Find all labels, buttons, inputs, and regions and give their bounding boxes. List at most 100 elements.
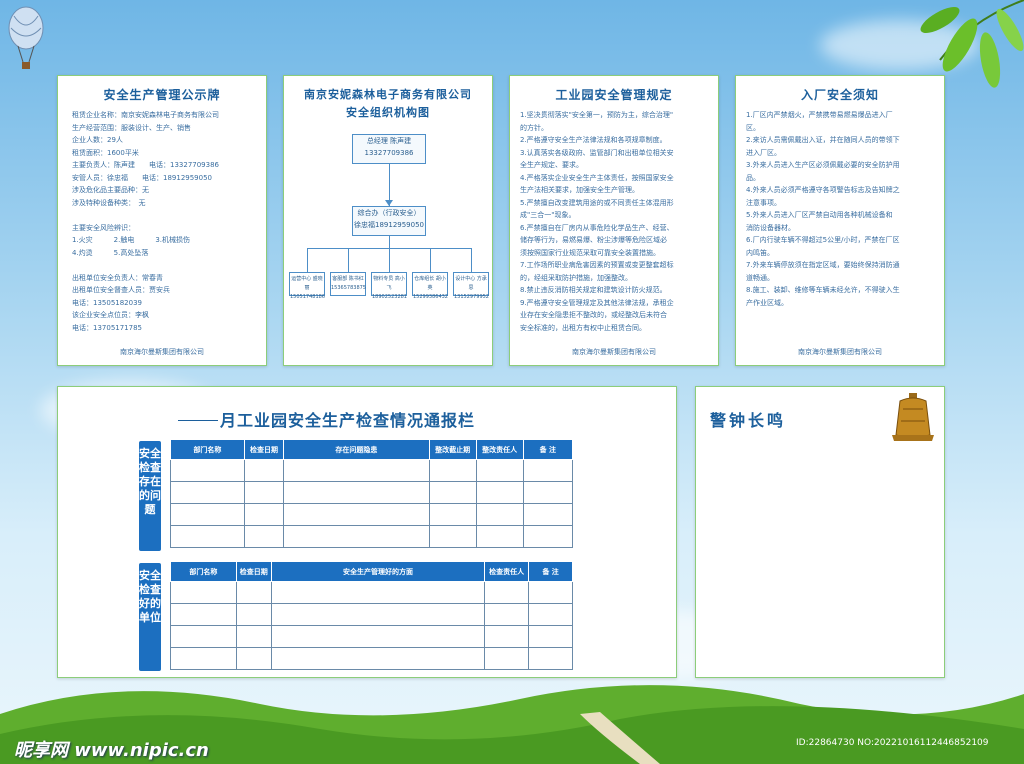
label-good-units: 安全检查好的单位 [139, 563, 161, 671]
connector-line [471, 248, 472, 272]
table-row [170, 525, 574, 548]
text-line: 1.坚决贯彻落实"安全第一，预防为主，综合治理" [520, 111, 674, 119]
table-row [170, 603, 573, 626]
table-header-row: 部门名称 检查日期 存在问题隐患 整改截止期 整改责任人 备 注 [170, 439, 574, 460]
text-line: 4.严格落实企业安全生产主体责任，按照国家安全 [520, 173, 674, 182]
table-header: 存在问题隐患 [283, 439, 430, 460]
connector-line [307, 248, 308, 272]
table-header: 安全生产管理好的方面 [270, 561, 486, 582]
park-safety-rules-board: 工业园安全管理规定 1.坚决贯彻落实"安全第一，预防为主，综合治理" 的方针。 2.… [509, 75, 719, 366]
panel-footer: 南京海尔曼斯集团有限公司 [572, 348, 656, 356]
panel-title: 工业园安全管理规定 [555, 88, 673, 102]
org-leaf: 运营中心 盛晓丽 15051748186 [289, 272, 325, 300]
text-line: 的，经组采取防护措施，加强整改。 [520, 273, 632, 282]
panel-footer: 南京海尔曼斯集团有限公司 [120, 348, 204, 356]
text-line: 1.厂区内严禁烟火，严禁携带易燃易爆品进入厂 [746, 111, 893, 119]
month-blank [178, 405, 218, 421]
text-line: 生产法相关要求，加强安全生产管理。 [520, 186, 639, 194]
table-header: 整改截止期 [428, 439, 477, 460]
hot-air-balloon-icon [8, 6, 44, 69]
node-phone: 13327709386 [364, 149, 414, 157]
panel-title: 入厂安全须知 [800, 88, 879, 102]
text-line: 5.严禁擅自改变建筑用途的或不同责任主体混用形 [520, 198, 674, 207]
connector-line [430, 248, 431, 272]
text-line: 4.灼烫 5.高处坠落 [72, 248, 149, 257]
text-line: 7.外来车辆停放须在指定区域，要始终保持消防通 [746, 261, 900, 269]
table-row [170, 481, 574, 504]
org-chart-board: 南京安妮森林电子商务有限公司 安全组织机构图 总经理 陈声建 133277093… [283, 75, 493, 366]
good-units-table: 部门名称 检查日期 安全生产管理好的方面 检查责任人 备 注 [170, 561, 573, 670]
text-line: 3.认真落实各级政府、监管部门和出租单位相关安 [520, 148, 674, 157]
text-line: 安管人员：徐忠福 电话：18912959050 [72, 173, 212, 182]
connector-line [348, 248, 349, 272]
org-chart-title: 安全组织机构图 [346, 106, 430, 119]
text-line: 生产经营范围：服装设计、生产、销售 [72, 123, 191, 132]
text-line [72, 209, 252, 222]
org-leaf: 设计中心 方承思 13152979952 [453, 272, 489, 300]
text-line: 2.严格遵守安全生产法律法规和各项规章制度。 [520, 136, 667, 144]
text-line: 品。 [746, 173, 760, 182]
text-line: 的方针。 [520, 123, 548, 132]
text-line: 2.来访人员需佩戴出入证，并在随同人员的带领下 [746, 136, 900, 144]
text-line: 租赁面积：1600平米 [72, 148, 139, 157]
alarm-title: 警钟长鸣 [710, 411, 787, 430]
table-header: 检查日期 [235, 561, 272, 582]
node-name: 综合办（行政安全） [357, 209, 421, 217]
text-line: 内鸣笛。 [746, 248, 774, 257]
text-line: 消防设备器材。 [746, 223, 795, 232]
text-line: 8.施工、装卸、维修等车辆未经允许，不得驶入生 [746, 286, 900, 294]
text-line: 产作业区域。 [746, 298, 788, 307]
text-line: 注意事项。 [746, 198, 781, 207]
text-line: 须按照国家行业规范采取可靠安全装置措施。 [520, 248, 660, 257]
table-row [170, 625, 573, 648]
org-leaf: 客服部 陈书红 15365783875 [330, 272, 366, 296]
panel-footer: 南京海尔曼斯集团有限公司 [798, 348, 882, 356]
watermark-logo: 昵享网 www.nipic.cn [14, 740, 209, 761]
table-header: 检查责任人 [484, 561, 530, 582]
text-line: 7.工作场所职业病危害因素的预置或变更整套超标 [520, 261, 674, 269]
text-line: 全生产规定、要求。 [520, 161, 583, 169]
text-line: 8.禁止违反消防相关规定和建筑设计防火规范。 [520, 286, 667, 294]
text-line: 出租单位安全督查人员：贾安兵 [72, 286, 170, 294]
text-line [72, 259, 252, 272]
org-leaf: 仓库组长 胡小英 15299386432 [412, 272, 448, 300]
panel-title: 安全生产管理公示牌 [103, 88, 221, 102]
text-line: 该企业安全点位员：李枫 [72, 311, 149, 319]
panel-body: 1.厂区内严禁烟火，严禁携带易燃易爆品进入厂 区。 2.来访人员需佩戴出入证，并在随… [736, 109, 944, 309]
node-phone: 徐忠福18912959050 [354, 221, 424, 229]
bell-icon [892, 393, 934, 441]
table-row [170, 647, 573, 670]
problems-table: 部门名称 检查日期 存在问题隐患 整改截止期 整改责任人 备 注 [170, 439, 574, 548]
table-row [170, 503, 574, 526]
text-line: 道畅通。 [746, 273, 774, 282]
text-line: 企业人数：29人 [72, 136, 123, 144]
table-header: 检查日期 [243, 439, 285, 460]
table-header: 部门名称 [170, 561, 237, 582]
text-line: 区。 [746, 123, 760, 132]
safety-management-board: 安全生产管理公示牌 租赁企业名称：南京安妮森林电子商务有限公司 生产经营范围：服装… [57, 75, 267, 366]
table-row [170, 581, 573, 604]
table-header-row: 部门名称 检查日期 安全生产管理好的方面 检查责任人 备 注 [170, 561, 573, 582]
text-line: 成"三合一"现象。 [520, 211, 576, 219]
text-line: 1.火灾 2.触电 3.机械损伤 [72, 236, 191, 244]
text-line: 电话：13505182039 [72, 298, 142, 307]
panel-body: 租赁企业名称：南京安妮森林电子商务有限公司 生产经营范围：服装设计、生产、销售 企业… [58, 109, 266, 334]
watermark-id: ID:22864730 NO:20221016112446852109 [796, 738, 989, 748]
connector-line [389, 248, 390, 272]
inspection-report-board: 月工业园安全生产检查情况通报栏 安全检查存在的问题 部门名称 检查日期 存在问题… [57, 386, 677, 678]
text-line: 6.厂内行驶车辆不得超过5公里/小时，严禁在厂区 [746, 236, 900, 244]
text-line: 出租单位安全负责人：常春青 [72, 273, 163, 282]
label-problems: 安全检查存在的问题 [139, 441, 161, 551]
org-leaf: 物料专员 高小飞 18902523281 [371, 272, 407, 300]
report-title: 月工业园安全生产检查情况通报栏 [220, 411, 476, 430]
text-line: 安全标准的，出租方有权中止租赁合同。 [520, 323, 646, 332]
text-line: 5.外来人员进入厂区严禁自动用各种机械设备和 [746, 211, 893, 219]
text-line: 进入厂区。 [746, 148, 781, 157]
table-header: 备 注 [522, 439, 574, 460]
connector-line [389, 236, 390, 248]
text-line: 涉及危化品主要品种：无 [72, 186, 149, 194]
text-line: 9.严格遵守安全管理规定及其他法律法规，承租企 [520, 298, 674, 307]
text-line: 6.严禁擅自在厂房内从事危险化学品生产、经营、 [520, 223, 674, 232]
table-row [170, 459, 574, 482]
text-line: 储存等行为，易燃易爆、粉尘涉爆等危险区域必 [520, 236, 667, 244]
